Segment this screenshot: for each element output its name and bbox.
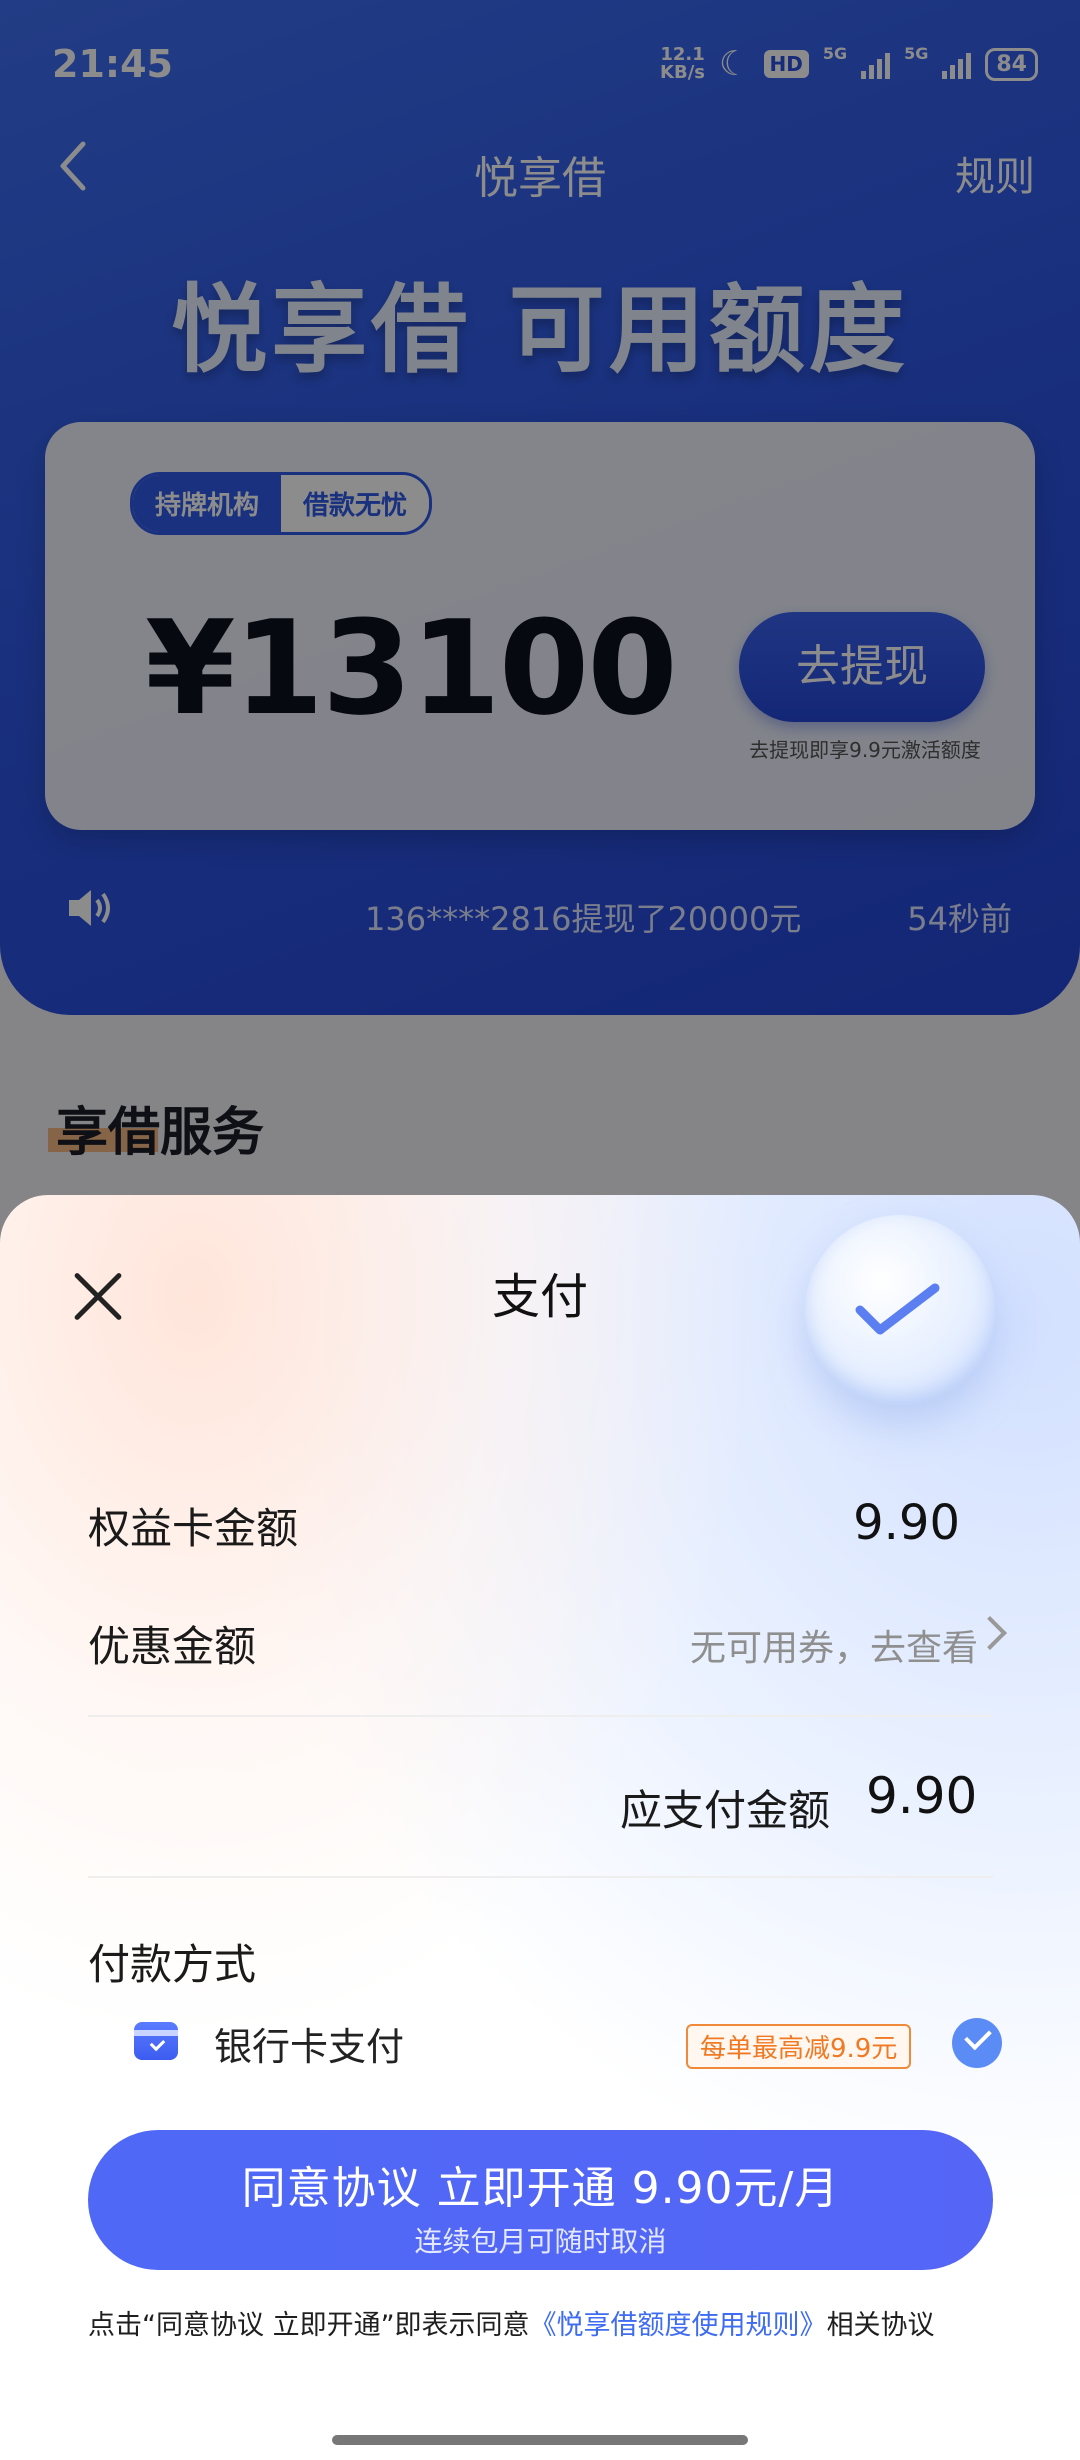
- discount-label: 优惠金额: [88, 1622, 257, 1671]
- agreement-link[interactable]: 《悦享借额度使用规则》: [530, 2310, 827, 2341]
- agreement-prefix: 点击“同意协议 立即开通”即表示同意: [88, 2310, 530, 2341]
- total-value: 9.90: [866, 1767, 978, 1825]
- coupon-link[interactable]: 无可用券，去查看: [690, 1619, 978, 1671]
- payment-option-label: 银行卡支付: [214, 2025, 405, 2069]
- payment-method-title: 付款方式: [88, 1940, 257, 1989]
- agreement-suffix: 相关协议: [826, 2310, 935, 2341]
- divider: [88, 1876, 993, 1878]
- selected-check-icon[interactable]: [952, 2018, 1002, 2068]
- cta-sub-label: 连续包月可随时取消: [414, 2225, 667, 2258]
- benefit-card-label: 权益卡金额: [88, 1504, 299, 1553]
- promo-badge: 每单最高减9.9元: [686, 2024, 912, 2069]
- total-label: 应支付金额: [620, 1786, 831, 1835]
- payment-sheet: 支付 权益卡金额 9.90 优惠金额 无可用券，去查看 应支付金额 9.90 付…: [0, 1195, 1080, 2460]
- divider: [88, 1715, 993, 1717]
- payment-option-bank-card[interactable]: 银行卡支付 每单最高减9.9元: [134, 2010, 1004, 2080]
- benefit-card-row: 权益卡金额 9.90: [88, 1495, 988, 1556]
- discount-row[interactable]: 优惠金额 无可用券，去查看: [88, 1613, 1007, 1674]
- agree-and-activate-button[interactable]: 同意协议 立即开通 9.90元/月 连续包月可随时取消: [88, 2130, 993, 2270]
- chevron-right-icon: [973, 1616, 1007, 1650]
- home-indicator[interactable]: [332, 2435, 748, 2445]
- cta-main-label: 同意协议 立即开通 9.90元/月: [241, 2163, 840, 2214]
- check-badge-icon: [805, 1215, 995, 1405]
- agreement-text: 点击“同意协议 立即开通”即表示同意《悦享借额度使用规则》相关协议: [88, 2303, 935, 2342]
- bank-card-icon: [134, 2022, 178, 2060]
- benefit-card-value: 9.90: [853, 1495, 960, 1551]
